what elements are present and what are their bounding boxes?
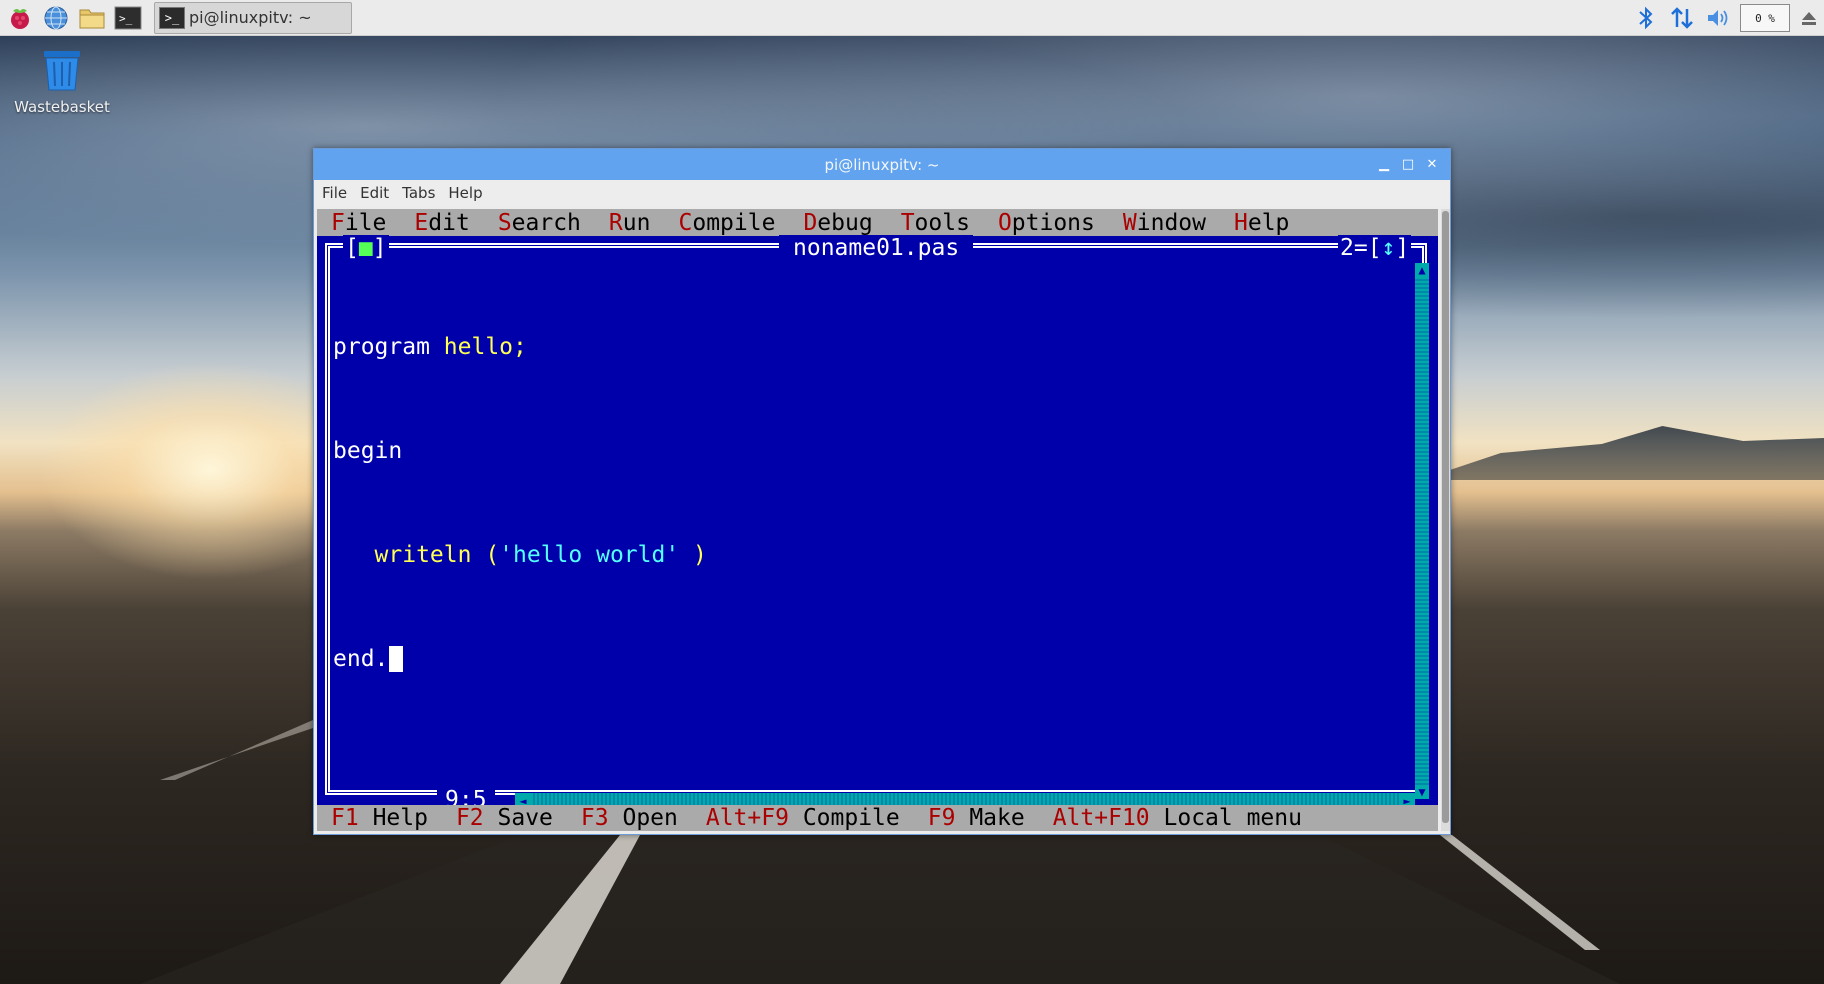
ide-menu-tools[interactable]: Tools — [901, 210, 970, 236]
status-compile[interactable]: Alt+F9 Compile — [706, 805, 900, 831]
raspberry-menu-icon[interactable] — [4, 3, 36, 33]
ide-menu-debug[interactable]: Debug — [803, 210, 872, 236]
editor-filename: noname01.pas — [779, 235, 974, 261]
svg-text:>_: >_ — [119, 12, 133, 25]
cpu-monitor[interactable]: 0 % — [1740, 4, 1790, 32]
trash-icon — [44, 51, 80, 91]
status-make[interactable]: F9 Make — [928, 805, 1025, 831]
ide-menu-edit[interactable]: Edit — [414, 210, 469, 236]
eject-icon[interactable] — [1794, 0, 1824, 36]
code-line: begin — [333, 438, 403, 464]
ide-menu-help[interactable]: Help — [1234, 210, 1289, 236]
taskbar-window-button[interactable]: >_ pi@linuxpitv: ~ — [154, 1, 352, 34]
code-line: writeln ('hello world' ) — [374, 542, 707, 568]
ide-menu-compile[interactable]: Compile — [678, 210, 775, 236]
scroll-up-icon[interactable]: ▲ — [1415, 263, 1429, 277]
terminal-window: pi@linuxpitv: ~ ▁ □ ✕ File Edit Tabs Hel… — [313, 148, 1451, 835]
ide-menu-run[interactable]: Run — [609, 210, 651, 236]
editor-titlebar: [■] noname01.pas 2=[↕] — [317, 235, 1438, 261]
system-tray: 0 % — [1628, 0, 1824, 36]
editor-code[interactable]: program hello; begin writeln ('hello wor… — [333, 269, 707, 737]
menu-edit[interactable]: Edit — [360, 184, 389, 202]
menu-file[interactable]: File — [322, 184, 347, 202]
status-help[interactable]: F1 Help — [331, 805, 428, 831]
minimize-icon[interactable]: ▁ — [1372, 157, 1396, 172]
window-title: pi@linuxpitv: ~ — [824, 155, 940, 174]
code-line: program hello; — [333, 334, 527, 360]
wastebasket-desktop-icon[interactable]: Wastebasket — [8, 48, 116, 116]
ide-menubar: File Edit Search Run Compile Debug Tools… — [317, 209, 1438, 236]
menu-tabs[interactable]: Tabs — [402, 184, 435, 202]
free-pascal-ide[interactable]: File Edit Search Run Compile Debug Tools… — [317, 209, 1438, 831]
volume-icon[interactable] — [1700, 0, 1736, 36]
status-save[interactable]: F2 Save — [456, 805, 553, 831]
ide-menu-window[interactable]: Window — [1123, 210, 1206, 236]
taskbar-window-label: pi@linuxpitv: ~ — [189, 8, 312, 27]
status-open[interactable]: F3 Open — [581, 805, 678, 831]
terminal-scrollbar-thumb[interactable] — [1442, 211, 1449, 823]
network-icon[interactable] — [1664, 0, 1700, 36]
code-line: end. — [333, 633, 707, 685]
wastebasket-label: Wastebasket — [14, 98, 110, 116]
status-local-menu[interactable]: Alt+F10 Local menu — [1053, 805, 1302, 831]
menu-help[interactable]: Help — [448, 184, 482, 202]
editor-close-button[interactable]: [■] — [343, 235, 389, 261]
terminal-icon: >_ — [159, 6, 185, 29]
ide-menu-search[interactable]: Search — [498, 210, 581, 236]
editor-vertical-scrollbar[interactable]: ▲ ▼ — [1415, 263, 1429, 799]
bluetooth-icon[interactable] — [1628, 0, 1664, 36]
editor-zoom-button[interactable]: 2=[↕] — [1338, 235, 1412, 261]
ide-menu-options[interactable]: Options — [998, 210, 1095, 236]
terminal-icon[interactable]: >_ — [112, 3, 144, 33]
terminal-scrollbar[interactable] — [1441, 209, 1450, 831]
top-panel: >_ >_ pi@linuxpitv: ~ 0 % — [0, 0, 1824, 36]
terminal-menubar: File Edit Tabs Help — [314, 180, 1450, 206]
ide-statusbar: F1 Help F2 Save F3 Open Alt+F9 Compile F… — [317, 805, 1438, 831]
web-browser-icon[interactable] — [40, 3, 72, 33]
window-titlebar[interactable]: pi@linuxpitv: ~ ▁ □ ✕ — [314, 149, 1450, 180]
text-cursor — [389, 646, 404, 672]
maximize-icon[interactable]: □ — [1396, 157, 1420, 172]
close-icon[interactable]: ✕ — [1420, 157, 1444, 172]
distant-mountains — [1420, 426, 1824, 480]
ide-menu-file[interactable]: File — [331, 210, 386, 236]
file-manager-icon[interactable] — [76, 3, 108, 33]
